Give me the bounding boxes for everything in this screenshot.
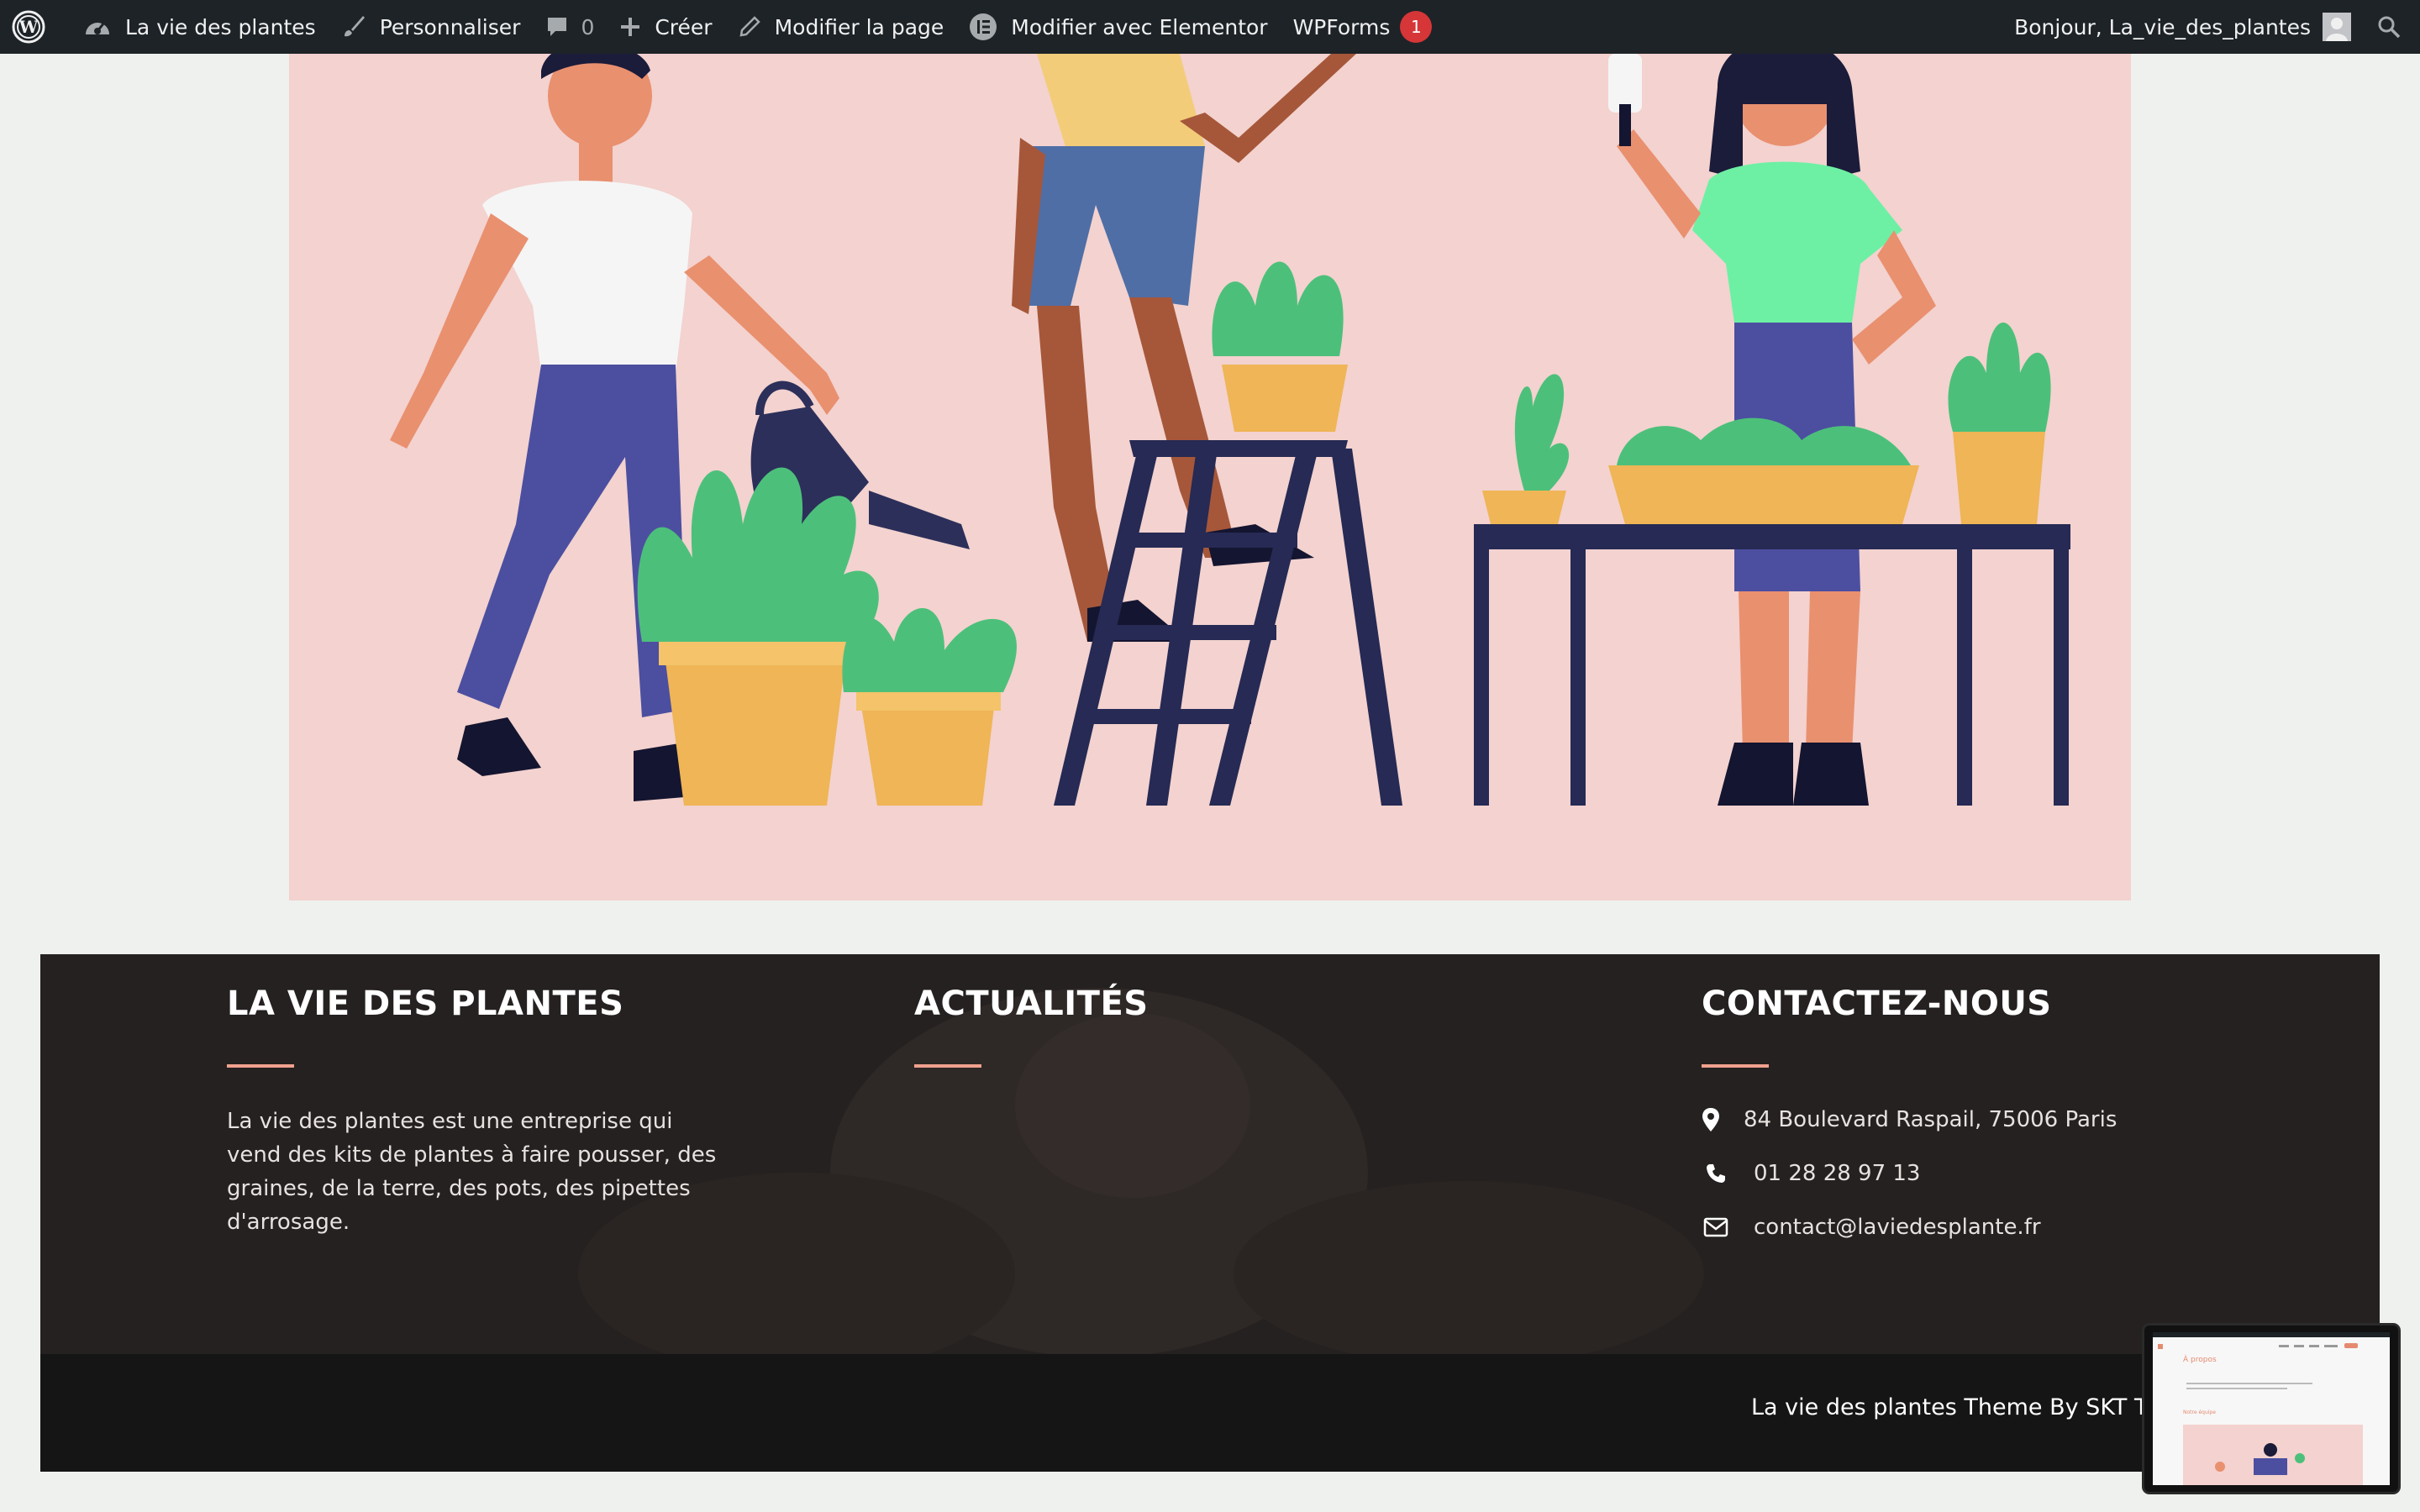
new-content-menu[interactable]: Créer (607, 0, 724, 54)
footer-news-heading: ACTUALITÉS (914, 984, 1149, 1023)
comments-link[interactable]: 0 (533, 0, 607, 54)
pencil-icon (739, 16, 760, 37)
footer-news-column: ACTUALITÉS (914, 984, 1149, 1068)
screenshot-thumbnail-preview[interactable]: À propos Notre équipe (2144, 1326, 2398, 1492)
footer-about-heading: LA VIE DES PLANTES (227, 984, 624, 1023)
contact-address: 84 Boulevard Raspail, 75006 Paris (1744, 1107, 2118, 1132)
edit-with-elementor-link[interactable]: Modifier avec Elementor (956, 0, 1280, 54)
paintbrush-icon (344, 16, 365, 37)
heading-underline (914, 1064, 981, 1068)
site-name-label: La vie des plantes (125, 14, 316, 39)
account-greeting: Bonjour, La_vie_des_plantes (2014, 14, 2311, 39)
site-footer: LA VIE DES PLANTES La vie des plantes es… (40, 954, 2380, 1472)
contact-email[interactable]: contact@laviedesplante.fr (1754, 1215, 2041, 1240)
contact-phone-row: 01 28 28 97 13 (1702, 1157, 2117, 1190)
plus-icon (621, 18, 640, 36)
wpforms-notification-badge: 1 (1400, 11, 1433, 43)
wordpress-logo-menu[interactable]: W (0, 0, 71, 54)
wpforms-menu[interactable]: WPForms 1 (1281, 0, 1445, 54)
footer-about-text: La vie des plantes est une entreprise qu… (227, 1109, 717, 1235)
edit-page-label: Modifier la page (774, 14, 944, 39)
new-content-label: Créer (655, 14, 713, 39)
elementor-icon (970, 13, 997, 40)
heading-underline (1702, 1064, 1769, 1068)
contact-email-row: contact@laviedesplante.fr (1702, 1210, 2117, 1244)
edit-page-link[interactable]: Modifier la page (725, 0, 957, 54)
my-account-menu[interactable]: Bonjour, La_vie_des_plantes (2002, 0, 2364, 54)
theme-credit[interactable]: La vie des plantes Theme By SKT Themes (1751, 1394, 2178, 1420)
dashboard-gauge-icon (86, 22, 109, 34)
wordpress-icon: W (12, 10, 45, 44)
thumbnail-title: À propos (2183, 1356, 2217, 1364)
thumbnail-page: À propos Notre équipe (2153, 1332, 2390, 1485)
customize-label: Personnaliser (379, 14, 521, 39)
footer-about-column: LA VIE DES PLANTES La vie des plantes es… (227, 984, 731, 1239)
contact-address-row: 84 Boulevard Raspail, 75006 Paris (1702, 1103, 2117, 1137)
ladder (1054, 440, 1402, 806)
comment-bubble-icon (548, 18, 567, 36)
contact-phone[interactable]: 01 28 28 97 13 (1754, 1161, 1920, 1186)
search-icon (2378, 16, 2401, 39)
site-name-menu[interactable]: La vie des plantes (71, 0, 329, 54)
customize-link[interactable]: Personnaliser (329, 0, 534, 54)
wp-admin-bar: W La vie des plantes Personnaliser 0 Cré… (0, 0, 2420, 54)
admin-bar-secondary: Bonjour, La_vie_des_plantes (2002, 0, 2420, 54)
footer-contact-column: CONTACTEZ-NOUS 84 Boulevard Raspail, 750… (1702, 984, 2117, 1244)
map-pin-icon (1702, 1107, 1720, 1132)
thumbnail-subtitle: Notre équipe (2183, 1410, 2216, 1415)
potted-plants-left (637, 467, 1017, 806)
wpforms-label: WPForms (1292, 14, 1391, 39)
svg-text:W: W (18, 17, 39, 37)
footer-contact-heading: CONTACTEZ-NOUS (1702, 984, 2052, 1023)
gardening-illustration (289, 54, 2131, 900)
potted-plant-on-ladder (1212, 261, 1348, 432)
search-toggle[interactable] (2364, 0, 2420, 54)
envelope-icon (1702, 1217, 1730, 1237)
phone-icon (1702, 1163, 1730, 1184)
edit-with-elementor-label: Modifier avec Elementor (1011, 14, 1268, 39)
heading-underline (227, 1064, 294, 1068)
avatar (2323, 13, 2351, 41)
comments-count: 0 (581, 14, 595, 39)
